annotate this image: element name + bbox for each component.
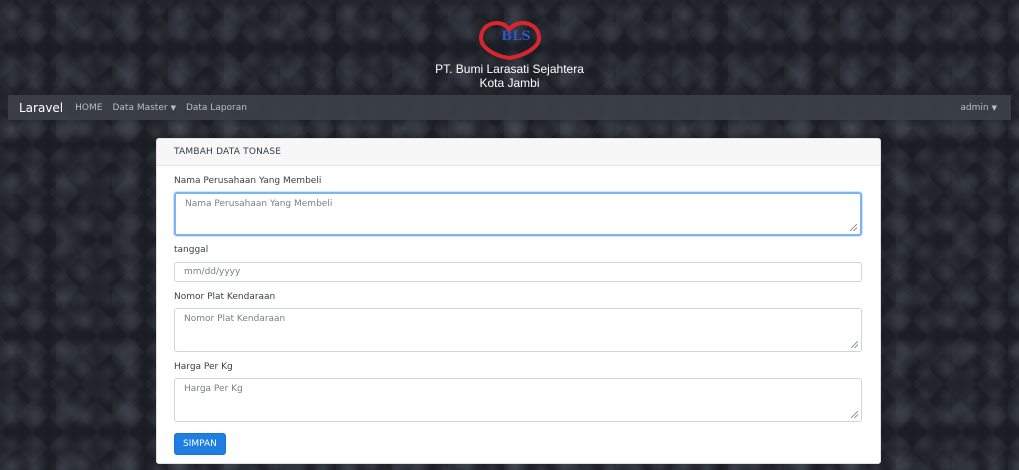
date-label: tanggal xyxy=(174,245,209,255)
company-name-label: Nama Perusahaan Yang Membeli xyxy=(174,176,322,186)
caret-down-icon: ▼ xyxy=(170,103,176,112)
logo-wordmark: BLS xyxy=(501,29,531,44)
plate-number-input[interactable]: Nomor Plat Kendaraan xyxy=(174,308,862,352)
user-menu[interactable]: admin ▼ xyxy=(960,103,997,113)
plate-number-label: Nomor Plat Kendaraan xyxy=(174,292,276,302)
page: BLS PT. Bumi Larasati Sejahtera Kota Jam… xyxy=(8,8,1011,470)
form-body: Nama Perusahaan Yang Membeli Nama Perusa… xyxy=(157,176,880,455)
company-name-input[interactable]: Nama Perusahaan Yang Membeli xyxy=(174,192,862,236)
navbar-brand[interactable]: Laravel xyxy=(19,101,63,115)
price-per-kg-input[interactable]: Harga Per Kg xyxy=(174,378,862,422)
price-per-kg-placeholder: Harga Per Kg xyxy=(184,384,243,394)
resize-handle-icon[interactable] xyxy=(851,411,858,418)
company-name: PT. Bumi Larasati Sejahtera xyxy=(435,62,584,76)
resize-handle-icon[interactable] xyxy=(850,224,857,231)
navbar: Laravel HOME Data Master ▼ Data Laporan a… xyxy=(8,95,1011,120)
date-input[interactable]: mm/dd/yyyy xyxy=(174,262,862,282)
save-button[interactable]: SIMPAN xyxy=(174,433,226,455)
caret-down-icon: ▼ xyxy=(991,103,997,112)
nav-item-home[interactable]: HOME xyxy=(75,103,102,113)
company-name-placeholder: Nama Perusahaan Yang Membeli xyxy=(185,199,333,209)
header-banner: BLS PT. Bumi Larasati Sejahtera Kota Jam… xyxy=(8,8,1011,92)
date-placeholder: mm/dd/yyyy xyxy=(184,267,241,277)
resize-handle-icon[interactable] xyxy=(851,341,858,348)
form-title: TAMBAH DATA TONASE xyxy=(157,139,880,166)
company-city: Kota Jambi xyxy=(479,76,540,90)
form-actions: SIMPAN xyxy=(174,431,868,455)
user-menu-label: admin xyxy=(960,102,989,113)
plate-number-placeholder: Nomor Plat Kendaraan xyxy=(184,314,286,324)
nav-item-data-laporan[interactable]: Data Laporan xyxy=(186,103,247,113)
nav-item-data-master-label: Data Master xyxy=(112,102,168,113)
nav-item-home-label: HOME xyxy=(75,102,103,113)
nav-item-data-master[interactable]: Data Master ▼ xyxy=(112,103,175,113)
nav-item-data-laporan-label: Data Laporan xyxy=(185,102,247,113)
price-per-kg-label: Harga Per Kg xyxy=(174,362,233,372)
form-card: TAMBAH DATA TONASE Nama Perusahaan Yang … xyxy=(156,138,881,464)
company-logo: BLS xyxy=(473,16,547,60)
